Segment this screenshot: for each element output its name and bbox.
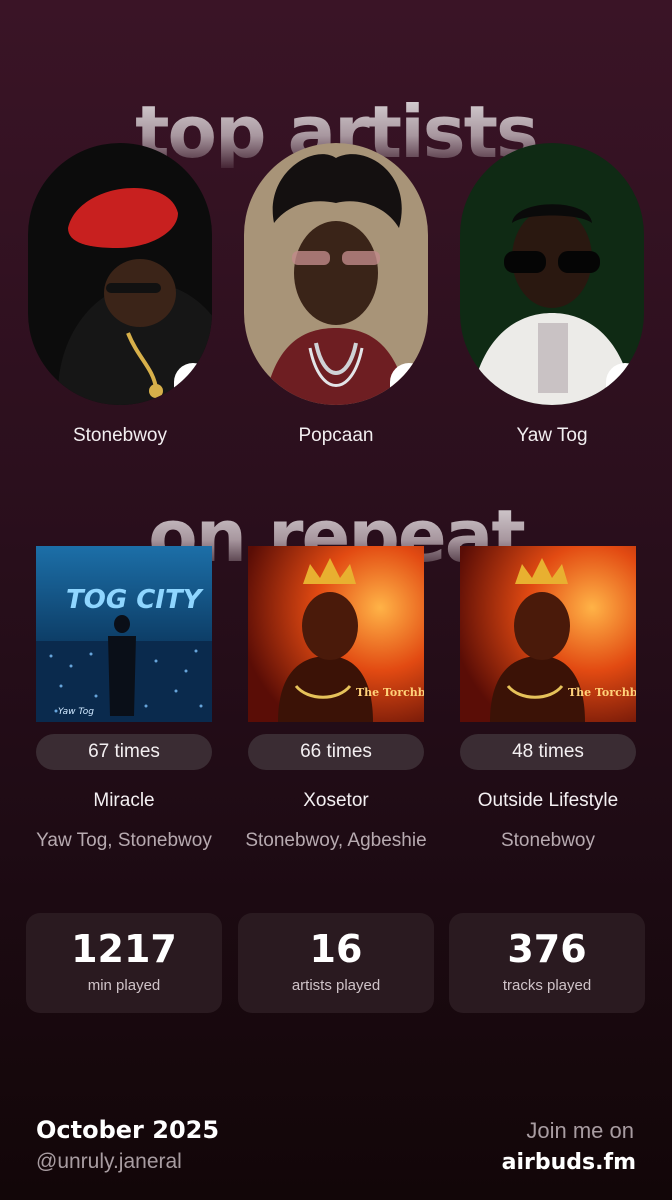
track-artists: Yaw Tog, Stonebwoy: [36, 830, 212, 851]
track-title: Outside Lifestyle: [477, 790, 619, 811]
artist-name: Popcaan: [298, 425, 374, 446]
artist-photo: 1: [28, 143, 212, 405]
artist-photo: 3: [460, 143, 644, 405]
rank-badge: 3: [606, 363, 644, 405]
track-title: Miracle: [93, 790, 155, 811]
play-count: 67 times: [36, 734, 212, 770]
footer-join-text: Join me on: [526, 1118, 634, 1143]
cover-text: The Torchbearer: [568, 686, 636, 699]
play-count: 66 times: [248, 734, 424, 770]
stat-tracks-played: 376 tracks played: [449, 913, 645, 1013]
album-cover: TOG CITY Yaw Tog: [36, 546, 212, 722]
artist-name: Stonebwoy: [72, 425, 167, 446]
artist-photo: 2: [244, 143, 428, 405]
track-artists: Stonebwoy: [500, 830, 595, 851]
album-cover: The Torchbearer: [460, 546, 636, 722]
footer-month: October 2025: [36, 1116, 220, 1144]
track-card-1[interactable]: TOG CITY Yaw Tog 67 times Miracle Yaw To…: [36, 546, 212, 851]
stat-value: 16: [309, 927, 363, 971]
artist-card-2[interactable]: 2 Popcaan: [244, 143, 428, 446]
cover-text: TOG CITY: [66, 585, 205, 615]
rank-badge: 1: [174, 363, 212, 405]
cover-credit: Yaw Tog: [58, 707, 94, 717]
play-count: 48 times: [460, 734, 636, 770]
track-card-3[interactable]: The Torchbearer 48 times Outside Lifesty…: [460, 546, 636, 851]
rank-badge: 2: [390, 363, 428, 405]
stat-minutes-played: 1217 min played: [26, 913, 222, 1013]
artist-card-3[interactable]: 3 Yaw Tog: [460, 143, 644, 446]
track-title: Xosetor: [303, 790, 369, 811]
stat-value: 376: [507, 927, 587, 971]
artist-name: Yaw Tog: [516, 425, 588, 446]
track-artists: Stonebwoy, Agbeshie: [245, 830, 427, 851]
cover-text: The Torchbearer: [356, 686, 424, 699]
stat-label: artists played: [291, 977, 381, 994]
album-cover: The Torchbearer: [248, 546, 424, 722]
stat-label: tracks played: [502, 977, 592, 994]
stat-label: min played: [87, 977, 161, 994]
footer-site-link[interactable]: airbuds.fm: [502, 1150, 636, 1175]
stat-artists-played: 16 artists played: [238, 913, 434, 1013]
track-card-2[interactable]: The Torchbearer 66 times Xosetor Stonebw…: [245, 546, 427, 851]
artist-card-1[interactable]: 1 Stonebwoy: [28, 143, 212, 446]
footer-username[interactable]: @unruly.janeral: [36, 1150, 182, 1174]
stat-value: 1217: [71, 927, 177, 971]
